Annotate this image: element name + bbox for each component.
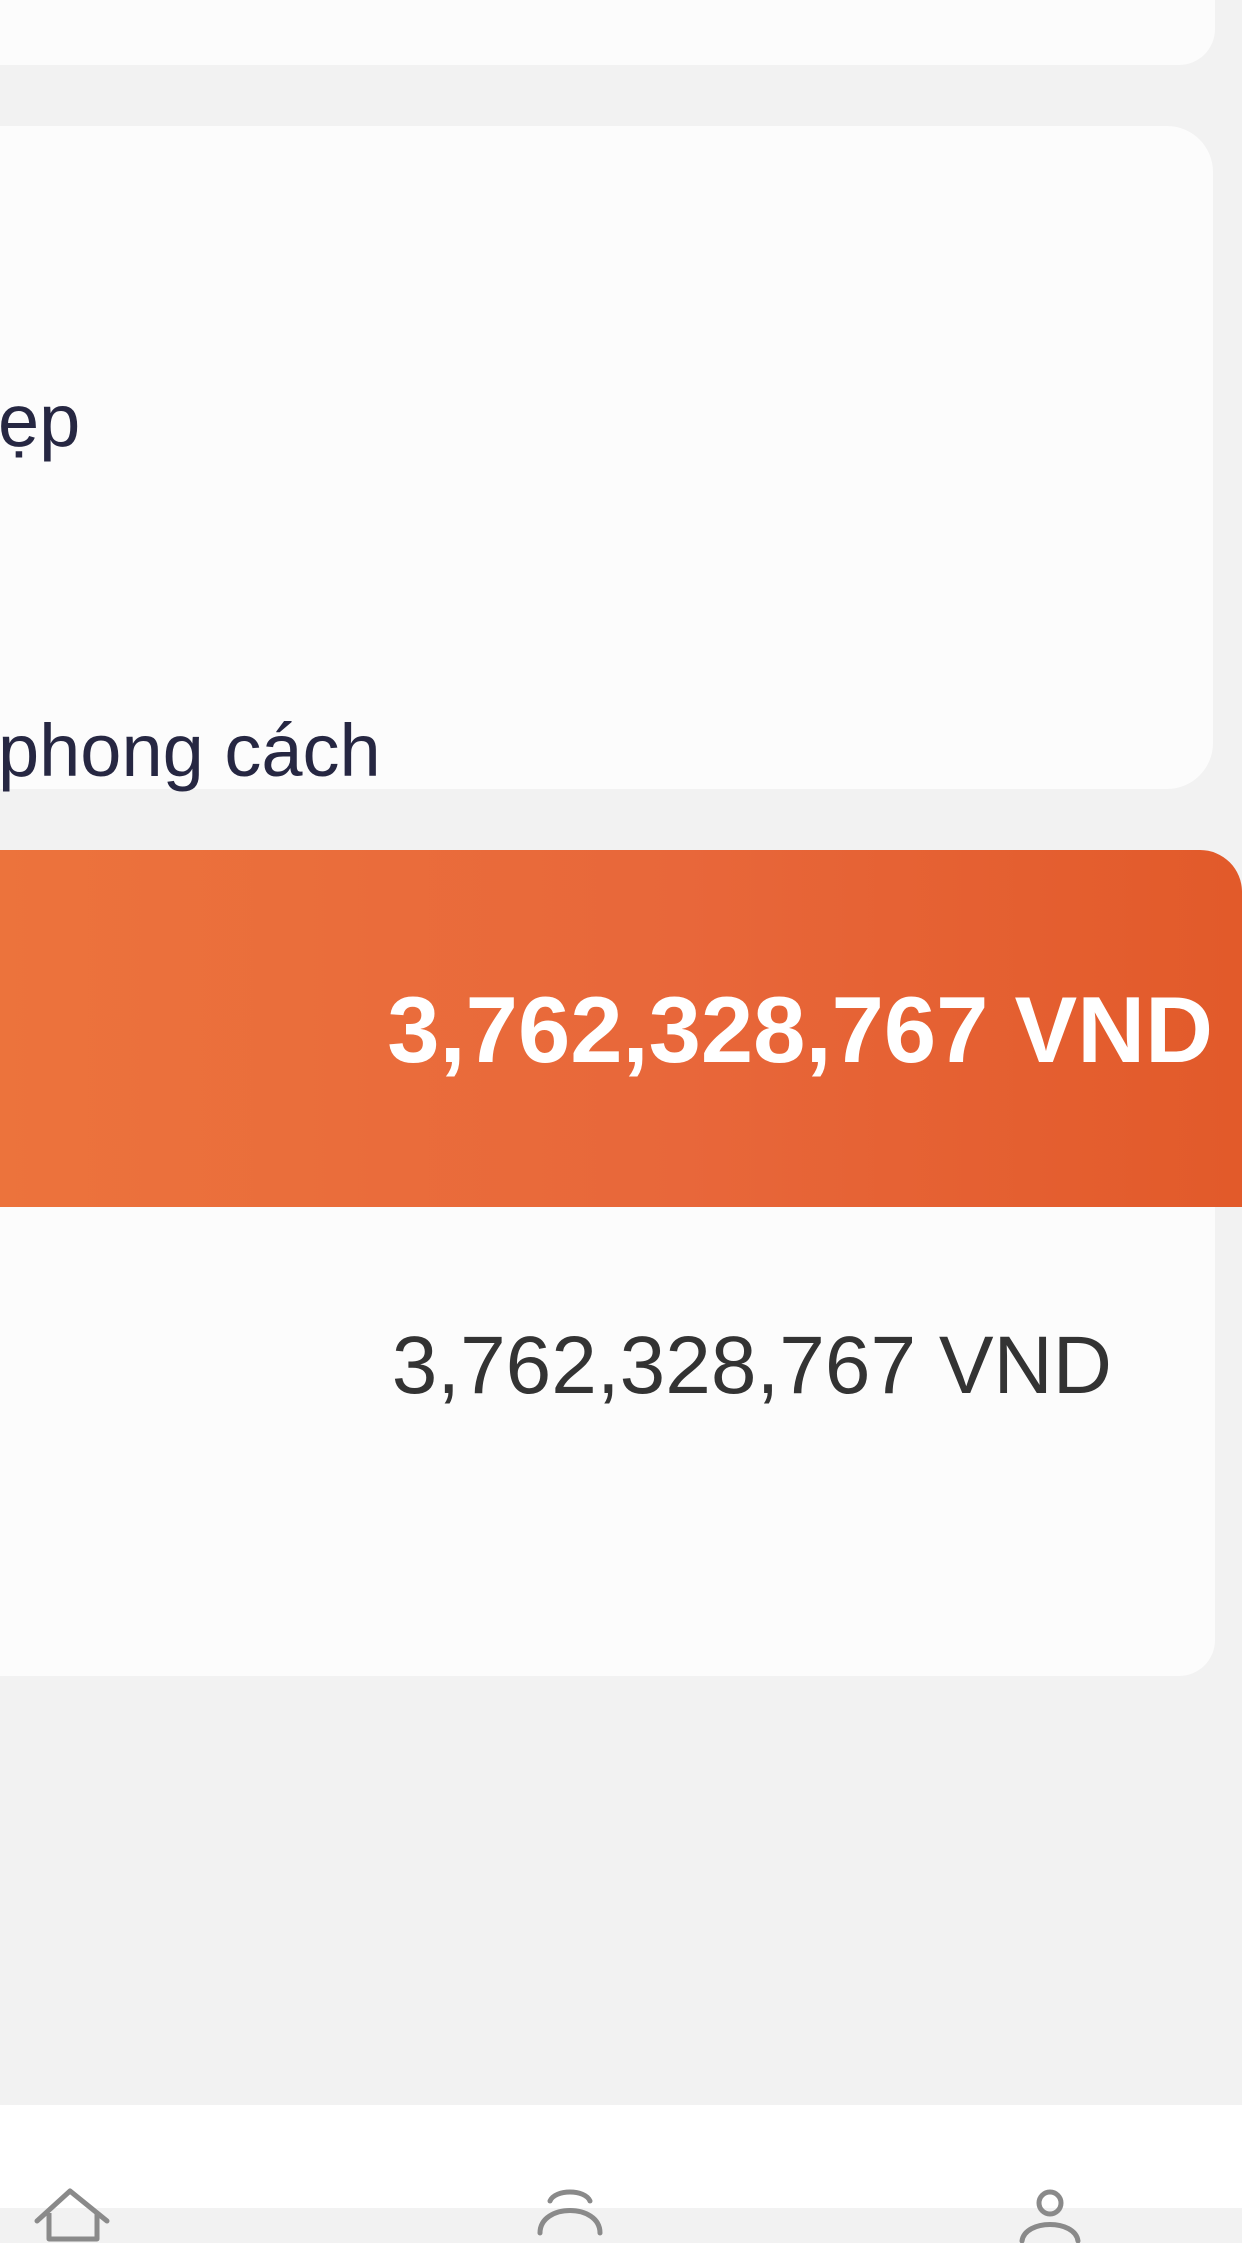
nav-home[interactable] [25,2183,125,2243]
home-icon [34,2188,110,2242]
support-icon [537,2189,603,2236]
previous-card [0,0,1215,65]
description-card: ẹp phong cách [0,126,1213,789]
nav-support[interactable] [520,2183,620,2243]
total-amount-value: 3,762,328,767 VND [387,977,1213,1082]
description-line-1: ẹp [0,379,81,462]
bottom-navigation [0,2105,1242,2243]
description-line-2: phong cách [0,709,381,792]
account-icon [1019,2189,1081,2243]
amount-value: 3,762,328,767 VND [391,1320,1112,1411]
total-amount-banner: 3,762,328,767 VND [0,850,1242,1207]
nav-account[interactable] [1000,2183,1100,2243]
amount-card: 3,762,328,767 VND [0,1207,1215,1676]
